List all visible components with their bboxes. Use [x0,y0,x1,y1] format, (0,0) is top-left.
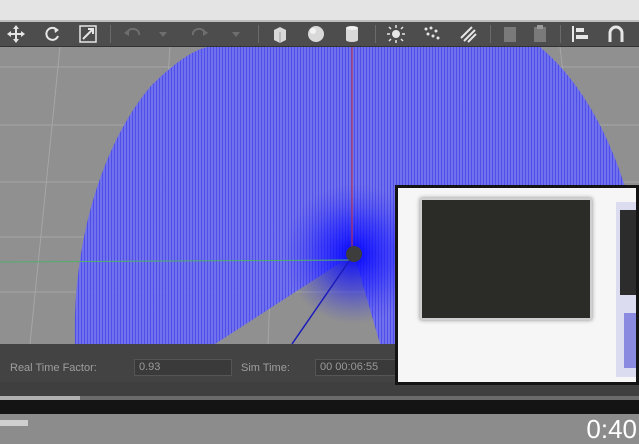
sphere-icon[interactable] [306,24,326,44]
real-time-factor-label: Real Time Factor: [10,362,97,374]
sim-time-label: Sim Time: [241,362,290,374]
video-player-bar [0,414,639,444]
move-icon[interactable] [6,24,26,44]
sun-light-icon[interactable] [386,24,406,44]
video-scrub-handle[interactable] [0,420,28,426]
point-light-icon[interactable] [422,24,442,44]
toolbar-separator [258,25,259,43]
video-time-label: 0:40 [586,414,637,444]
video-thumbnail-preview[interactable] [395,185,639,385]
align-icon[interactable] [570,24,590,44]
rotate-icon[interactable] [42,24,62,44]
video-dark-strip [0,400,639,414]
toolbar-separator [490,25,491,43]
toolbar-separator [560,25,561,43]
scene-toolbar [0,22,639,47]
paste-icon[interactable] [530,24,550,44]
cylinder-icon[interactable] [342,24,362,44]
sim-time-value: 00 00:06:55 [315,359,397,376]
toolbar-separator [375,25,376,43]
redo-dropdown-icon[interactable] [230,24,242,44]
toolbar-separator [110,25,111,43]
copy-icon[interactable] [500,24,520,44]
real-time-factor-value: 0.93 [134,359,232,376]
redo-icon[interactable] [190,24,210,44]
thumbnail-edge-dark [620,210,636,295]
thumbnail-edge-blue [624,313,636,368]
undo-dropdown-icon[interactable] [157,24,169,44]
snap-icon[interactable] [606,24,626,44]
box-icon[interactable] [270,24,290,44]
undo-icon[interactable] [122,24,142,44]
scale-icon[interactable] [78,24,98,44]
window-title-bar [0,0,639,20]
robot-sensor [346,246,362,262]
spot-light-icon[interactable] [458,24,478,44]
thumbnail-frame [420,198,592,320]
